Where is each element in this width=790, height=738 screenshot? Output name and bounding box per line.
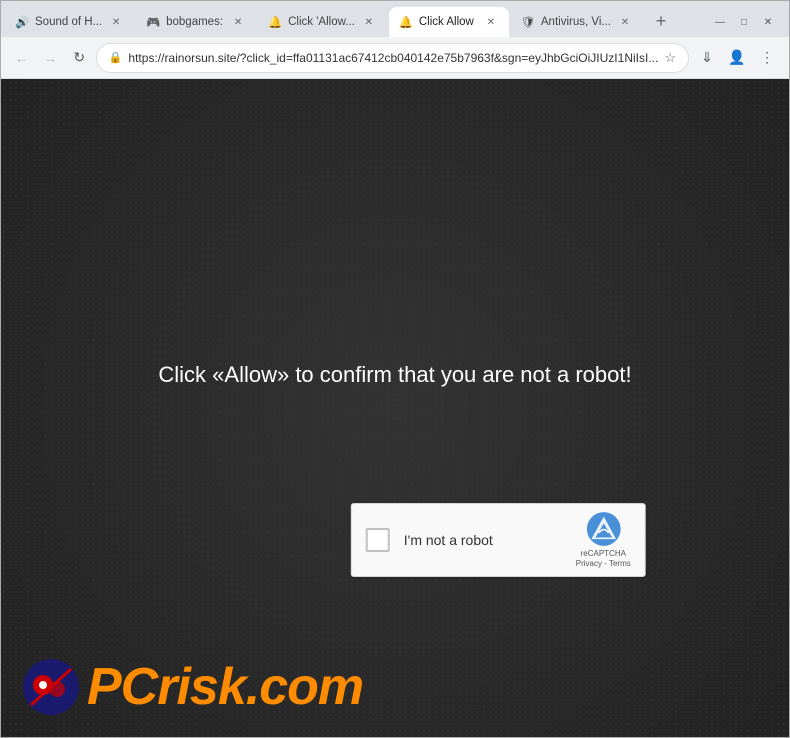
- tab-title-antivirus: Antivirus, Vi...: [541, 16, 611, 28]
- window-controls: — □ ✕: [709, 11, 785, 37]
- recaptcha-logo-icon: [585, 511, 621, 547]
- tab-favicon-sound: 🔊: [15, 15, 29, 29]
- forward-button[interactable]: →: [38, 44, 63, 72]
- watermark-suffix: risk.com: [157, 658, 363, 716]
- watermark: PCrisk.com: [21, 657, 363, 717]
- watermark-text: PCrisk.com: [87, 661, 363, 713]
- tab-close-click-allow-old[interactable]: ✕: [361, 14, 377, 30]
- minimize-button[interactable]: —: [709, 11, 731, 33]
- recaptcha-logo-area: reCAPTCHA Privacy - Terms: [576, 511, 631, 570]
- navigation-bar: ← → ↻ 🔒 https://rainorsun.site/?click_id…: [1, 37, 789, 79]
- tab-title-sound: Sound of H...: [35, 16, 102, 28]
- main-message: Click «Allow» to confirm that you are no…: [158, 362, 631, 388]
- maximize-button[interactable]: □: [733, 11, 755, 33]
- close-button[interactable]: ✕: [757, 11, 779, 33]
- recaptcha-widget: I'm not a robot reCAPTCHA Privacy - Term…: [351, 503, 646, 577]
- reload-button[interactable]: ↻: [67, 44, 92, 72]
- browser-window: 🔊 Sound of H... ✕ 🎮 bobgames: ✕ 🔔 Click …: [0, 0, 790, 738]
- new-tab-button[interactable]: +: [647, 7, 675, 35]
- tab-close-sound[interactable]: ✕: [108, 14, 124, 30]
- tab-antivirus[interactable]: 🛡 Antivirus, Vi... ✕: [511, 7, 643, 37]
- tab-close-antivirus[interactable]: ✕: [617, 14, 633, 30]
- tab-title-click-allow: Click Allow: [419, 16, 477, 28]
- profile-button[interactable]: 👤: [723, 44, 751, 72]
- page-content: Click «Allow» to confirm that you are no…: [1, 79, 789, 737]
- tab-bar: 🔊 Sound of H... ✕ 🎮 bobgames: ✕ 🔔 Click …: [1, 1, 789, 37]
- tab-favicon-click-allow-old: 🔔: [268, 15, 282, 29]
- url-text: https://rainorsun.site/?click_id=ffa0113…: [128, 51, 658, 65]
- tab-click-allow[interactable]: 🔔 Click Allow ✕: [389, 7, 509, 37]
- tab-favicon-click-allow: 🔔: [399, 15, 413, 29]
- address-bar[interactable]: 🔒 https://rainorsun.site/?click_id=ffa01…: [96, 43, 689, 73]
- download-button[interactable]: ⇓: [693, 44, 721, 72]
- tab-favicon-antivirus: 🛡: [521, 15, 535, 29]
- back-button[interactable]: ←: [9, 44, 34, 72]
- tab-sound[interactable]: 🔊 Sound of H... ✕: [5, 7, 134, 37]
- bookmark-icon[interactable]: ☆: [664, 50, 676, 66]
- nav-actions: ⇓ 👤 ⋮: [693, 44, 781, 72]
- recaptcha-label: I'm not a robot: [404, 532, 576, 548]
- tab-title-click-allow-old: Click 'Allow...: [288, 16, 355, 28]
- recaptcha-checkbox[interactable]: [366, 528, 390, 552]
- menu-button[interactable]: ⋮: [753, 44, 781, 72]
- tab-bobgames[interactable]: 🎮 bobgames: ✕: [136, 7, 256, 37]
- watermark-prefix: PC: [87, 658, 157, 716]
- security-icon: 🔒: [109, 51, 123, 64]
- tab-title-bobgames: bobgames:: [166, 16, 224, 28]
- tab-click-allow-old[interactable]: 🔔 Click 'Allow... ✕: [258, 7, 387, 37]
- tab-favicon-bobgames: 🎮: [146, 15, 160, 29]
- pcrisk-logo-icon: [21, 657, 81, 717]
- tab-close-bobgames[interactable]: ✕: [230, 14, 246, 30]
- recaptcha-brand: reCAPTCHA Privacy - Terms: [576, 549, 631, 570]
- tab-close-click-allow[interactable]: ✕: [483, 14, 499, 30]
